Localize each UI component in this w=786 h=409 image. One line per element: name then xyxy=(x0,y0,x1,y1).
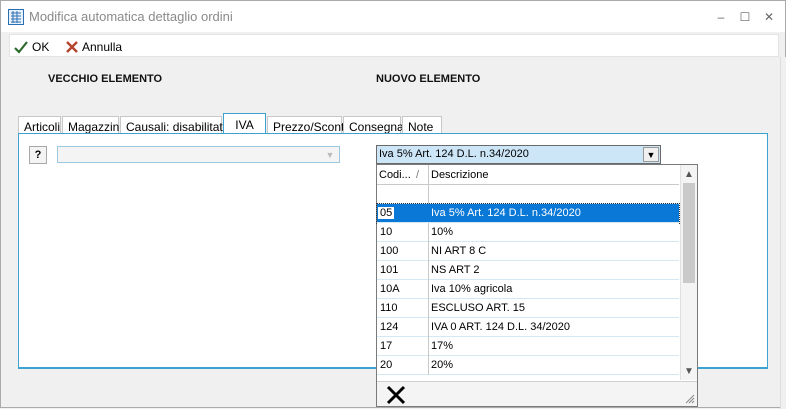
row-description: 10% xyxy=(431,226,454,238)
old-element-heading: VECCHIO ELEMENTO xyxy=(48,73,163,85)
list-item[interactable]: 17 17% xyxy=(377,337,679,356)
row-code: 101 xyxy=(380,264,399,276)
iva-dropdown-list[interactable]: Codi... / Descrizione 05 Iva 5% Art. 124… xyxy=(376,164,698,407)
ok-label: OK xyxy=(32,40,50,54)
row-code: 100 xyxy=(380,245,399,257)
tab-iva[interactable]: IVA xyxy=(223,113,266,135)
cancel-label: Annulla xyxy=(82,40,123,54)
row-description: 20% xyxy=(431,359,454,371)
row-description: IVA 0 ART. 124 D.L. 34/2020 xyxy=(431,321,571,333)
new-iva-combo[interactable]: Iva 5% Art. 124 D.L. n.34/2020 ▼ xyxy=(376,145,661,164)
row-description: NI ART 8 C xyxy=(431,245,487,257)
list-item[interactable]: 20 20% xyxy=(377,356,679,375)
row-code: 17 xyxy=(380,340,393,352)
row-code: 10A xyxy=(380,283,400,295)
row-code: 05 xyxy=(378,207,395,219)
title-bar[interactable]: Modifica automatica dettaglio ordini – ☐… xyxy=(1,1,785,32)
old-iva-combo[interactable]: ▼ xyxy=(57,146,340,163)
row-description: ESCLUSO ART. 15 xyxy=(431,302,525,314)
app-grid-icon xyxy=(8,9,24,25)
toolbar: OK Annulla xyxy=(9,34,779,57)
check-icon xyxy=(14,41,28,54)
column-separator[interactable] xyxy=(428,165,429,185)
list-item[interactable]: 124 IVA 0 ART. 124 D.L. 34/2020 xyxy=(377,318,679,337)
row-code: 10 xyxy=(380,226,393,238)
new-element-heading: NUOVO ELEMENTO xyxy=(376,73,481,85)
dropdown-footer xyxy=(377,381,697,406)
list-item[interactable] xyxy=(377,185,679,204)
list-item[interactable]: 101 NS ART 2 xyxy=(377,261,679,280)
row-description: 17% xyxy=(431,340,454,352)
window-edge xyxy=(780,57,786,409)
window-title: Modifica automatica dettaglio ordini xyxy=(29,9,233,24)
column-header-code[interactable]: Codi... xyxy=(379,169,411,181)
row-description: Iva 5% Art. 124 D.L. n.34/2020 xyxy=(431,207,581,219)
row-code: 110 xyxy=(380,302,398,314)
list-item-selected[interactable]: 05 Iva 5% Art. 124 D.L. n.34/2020 xyxy=(376,203,680,224)
row-description: NS ART 2 xyxy=(431,264,480,276)
ok-button[interactable]: OK xyxy=(13,38,49,56)
minimize-button[interactable]: – xyxy=(711,7,731,27)
scroll-up-icon[interactable]: ▲ xyxy=(681,166,697,182)
maximize-button[interactable]: ☐ xyxy=(735,7,755,27)
dropdown-header: Codi... / Descrizione xyxy=(377,165,679,185)
help-button[interactable]: ? xyxy=(29,146,47,164)
new-iva-value: Iva 5% Art. 124 D.L. n.34/2020 xyxy=(379,148,529,160)
dialog-window: Modifica automatica dettaglio ordini – ☐… xyxy=(0,0,786,409)
clear-x-icon[interactable] xyxy=(385,384,407,406)
list-item[interactable]: 110 ESCLUSO ART. 15 xyxy=(377,299,679,318)
row-code: 20 xyxy=(380,359,393,371)
list-item[interactable]: 10A Iva 10% agricola xyxy=(377,280,679,299)
column-header-description[interactable]: Descrizione xyxy=(431,169,488,181)
chevron-down-icon[interactable]: ▼ xyxy=(323,148,337,161)
chevron-down-icon[interactable]: ▼ xyxy=(643,147,659,162)
close-button[interactable]: ✕ xyxy=(759,7,779,27)
list-item[interactable]: 10 10% xyxy=(377,223,679,242)
cancel-x-icon xyxy=(66,41,78,53)
row-description: Iva 10% agricola xyxy=(431,283,513,295)
row-code: 124 xyxy=(380,321,399,333)
sort-indicator: / xyxy=(416,169,420,181)
cancel-button[interactable]: Annulla xyxy=(65,38,122,56)
scroll-down-icon[interactable]: ▼ xyxy=(681,363,697,379)
vertical-scrollbar[interactable]: ▲ ▼ xyxy=(680,165,697,380)
list-item[interactable]: 100 NI ART 8 C xyxy=(377,242,679,261)
scrollbar-thumb[interactable] xyxy=(683,183,695,283)
resize-grip-icon[interactable] xyxy=(685,394,695,404)
